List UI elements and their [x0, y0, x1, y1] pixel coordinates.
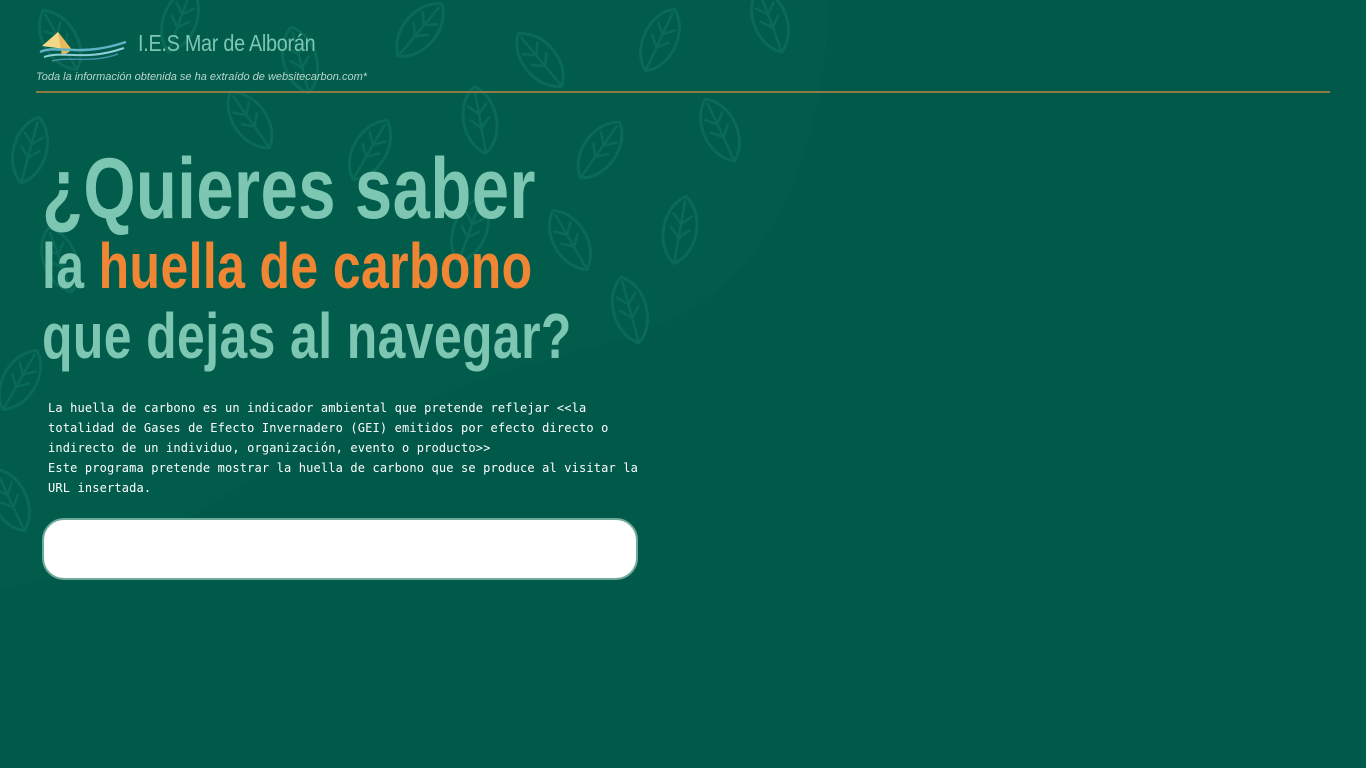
hero-line-browsing: que dejas al navegar?	[42, 300, 572, 372]
description-text: La huella de carbono es un indicador amb…	[48, 398, 648, 498]
hero-line-carbon: la huella de carbono	[42, 232, 572, 300]
hero-line-question: ¿Quieres saber	[42, 141, 536, 237]
site-header: I.E.S Mar de Alborán Toda la información…	[36, 24, 1330, 93]
hero-heading: ¿Quieres saber la huella de carbono que …	[42, 146, 721, 372]
description-purpose: Este programa pretende mostrar la huella…	[48, 461, 638, 495]
site-title[interactable]: I.E.S Mar de Alborán	[138, 30, 316, 57]
description-definition: La huella de carbono es un indicador amb…	[48, 401, 609, 455]
source-disclaimer: Toda la información obtenida se ha extra…	[36, 71, 368, 83]
sailboat-wave-logo-icon[interactable]	[38, 26, 128, 66]
url-input[interactable]	[42, 518, 638, 580]
hero-highlight-carbon-footprint: huella de carbono	[98, 230, 533, 302]
hero-line-carbon-prefix: la	[42, 230, 99, 302]
